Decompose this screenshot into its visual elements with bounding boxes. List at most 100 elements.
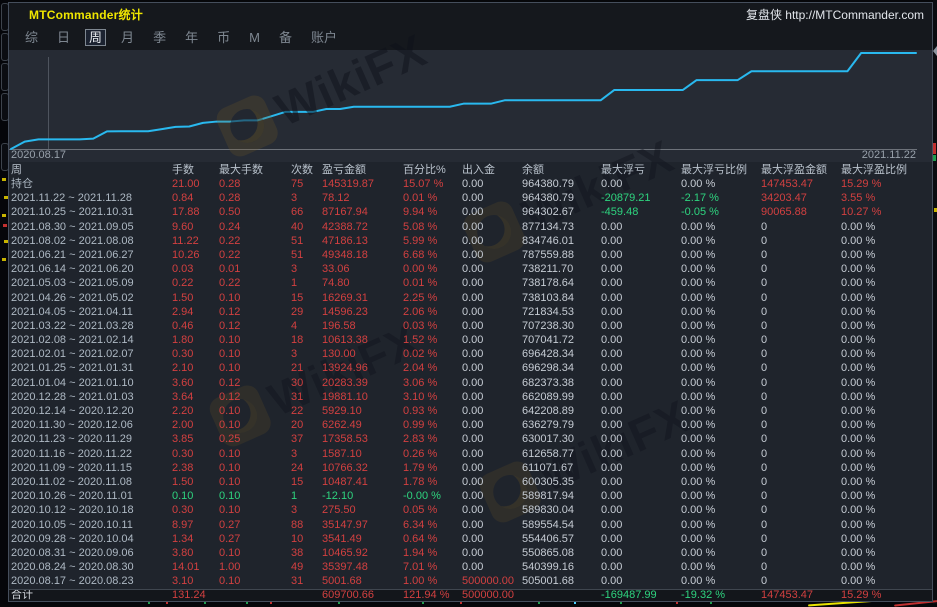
value-cell: 10766.32 (322, 461, 403, 475)
value-cell: 1.52 % (403, 333, 462, 347)
menu-item-季[interactable]: 季 (149, 29, 170, 46)
value-cell: 500000.00 (462, 590, 522, 601)
week-cell: 2020.10.12 ~ 2020.10.18 (11, 503, 172, 517)
value-cell (291, 590, 322, 601)
table-row[interactable]: 持仓21.000.2875145319.8715.07 %0.00964380.… (9, 177, 932, 191)
table-row[interactable]: 2020.09.28 ~ 2020.10.041.340.27103541.49… (9, 532, 932, 546)
table-row[interactable]: 2021.01.25 ~ 2021.01.312.100.102113924.9… (9, 361, 932, 375)
week-cell: 2021.08.30 ~ 2021.09.05 (11, 220, 172, 234)
menu-item-综[interactable]: 综 (21, 29, 42, 46)
week-cell: 2020.09.28 ~ 2020.10.04 (11, 532, 172, 546)
value-cell: 0.00 % (681, 248, 761, 262)
table-row[interactable]: 2020.08.24 ~ 2020.08.3014.011.004935397.… (9, 560, 932, 574)
value-cell: 2.38 (172, 461, 219, 475)
value-cell: 0.00 % (841, 291, 932, 305)
menu-item-周[interactable]: 周 (85, 29, 106, 46)
week-cell: 2021.06.21 ~ 2021.06.27 (11, 248, 172, 262)
table-row[interactable]: 2021.08.30 ~ 2021.09.059.600.244042388.7… (9, 220, 932, 234)
value-cell: 877134.73 (522, 220, 601, 234)
table-row[interactable]: 2020.08.31 ~ 2020.09.063.800.103810465.9… (9, 546, 932, 560)
value-cell: 0.00 (601, 276, 681, 290)
table-row[interactable]: 2020.12.14 ~ 2020.12.202.200.10225929.10… (9, 404, 932, 418)
week-cell: 2021.03.22 ~ 2021.03.28 (11, 319, 172, 333)
value-cell: 0 (761, 461, 841, 475)
value-cell: 696298.34 (522, 361, 601, 375)
table-row[interactable]: 2021.05.03 ~ 2021.05.090.220.22174.800.0… (9, 276, 932, 290)
menu-item-账户[interactable]: 账户 (307, 29, 341, 46)
menu-item-日[interactable]: 日 (53, 29, 74, 46)
table-row[interactable]: 2020.11.02 ~ 2020.11.081.500.101510487.4… (9, 475, 932, 489)
balance-curve-svg (9, 50, 932, 162)
table-row[interactable]: 2020.10.26 ~ 2020.11.010.100.101-12.10-0… (9, 489, 932, 503)
table-row[interactable]: 2020.11.30 ~ 2020.12.062.000.10206262.49… (9, 418, 932, 432)
value-cell: 0.00 % (681, 418, 761, 432)
value-cell: 20 (291, 418, 322, 432)
table-row[interactable]: 2021.03.22 ~ 2021.03.280.460.124196.580.… (9, 319, 932, 333)
table-row[interactable]: 2021.08.02 ~ 2021.08.0811.220.225147186.… (9, 234, 932, 248)
value-cell: 275.50 (322, 503, 403, 517)
value-cell: 0.10 (219, 347, 291, 361)
value-cell: 612658.77 (522, 447, 601, 461)
x-axis-end-label: 2021.11.22 (862, 149, 916, 161)
value-cell: 0.05 % (403, 503, 462, 517)
menu-item-备[interactable]: 备 (275, 29, 296, 46)
value-cell: 10.27 % (841, 205, 932, 219)
value-cell: 21 (291, 361, 322, 375)
brand-link[interactable]: 复盘侠 http://MTCommander.com (746, 6, 924, 23)
value-cell: 0.30 (172, 347, 219, 361)
table-row[interactable]: 2021.02.01 ~ 2021.02.070.300.103130.000.… (9, 347, 932, 361)
table-total-row[interactable]: 合计131.24609700.66121.94 %500000.00-16948… (9, 589, 932, 601)
table-row[interactable]: 2020.11.23 ~ 2020.11.293.850.253717358.5… (9, 432, 932, 446)
value-cell: 10 (291, 532, 322, 546)
week-cell: 合计 (11, 590, 172, 601)
value-cell: 600305.35 (522, 475, 601, 489)
value-cell: 0.00 (462, 489, 522, 503)
table-row[interactable]: 2020.10.05 ~ 2020.10.118.970.278835147.9… (9, 518, 932, 532)
table-row[interactable]: 2021.01.04 ~ 2021.01.103.600.123020283.3… (9, 376, 932, 390)
value-cell: 0.64 % (403, 532, 462, 546)
table-row[interactable]: 2021.04.05 ~ 2021.04.112.940.122914596.2… (9, 305, 932, 319)
value-cell: 0.00 % (681, 432, 761, 446)
value-cell: 0.00 (601, 291, 681, 305)
table-header: 周手数最大手数次数盈亏金额百分比%出入金余额最大浮亏最大浮亏比例最大浮盈金额最大… (9, 163, 932, 177)
title-bar[interactable]: MTCommander统计 复盘侠 http://MTCommander.com (9, 3, 932, 25)
column-header: 余额 (522, 163, 601, 177)
value-cell: 0.00 % (841, 276, 932, 290)
table-row[interactable]: 2020.08.17 ~ 2020.08.233.100.10315001.68… (9, 574, 932, 588)
table-row[interactable]: 2021.06.21 ~ 2021.06.2710.260.225149348.… (9, 248, 932, 262)
value-cell: 707238.30 (522, 319, 601, 333)
value-cell: 0.00 (601, 489, 681, 503)
table-row[interactable]: 2021.11.22 ~ 2021.11.280.840.28378.120.0… (9, 191, 932, 205)
value-cell: 0 (761, 291, 841, 305)
value-cell: 2.25 % (403, 291, 462, 305)
table-row[interactable]: 2021.02.08 ~ 2021.02.141.800.101810613.3… (9, 333, 932, 347)
value-cell: 0.00 % (841, 234, 932, 248)
value-cell: 964380.79 (522, 177, 601, 191)
value-cell: 0.00 (462, 503, 522, 517)
value-cell: 2.20 (172, 404, 219, 418)
table-row[interactable]: 2021.04.26 ~ 2021.05.021.500.101516269.3… (9, 291, 932, 305)
background-app-right-edge (933, 0, 937, 604)
statistics-window: MTCommander统计 复盘侠 http://MTCommander.com… (8, 2, 933, 602)
table-row[interactable]: 2021.10.25 ~ 2021.10.3117.880.506687167.… (9, 205, 932, 219)
menu-item-币[interactable]: 币 (213, 29, 234, 46)
value-cell: 3 (291, 347, 322, 361)
table-row[interactable]: 2020.11.09 ~ 2020.11.152.380.102410766.3… (9, 461, 932, 475)
value-cell: 0.22 (219, 248, 291, 262)
value-cell: 0 (761, 418, 841, 432)
chart-pixel (3, 224, 7, 227)
value-cell: 35147.97 (322, 518, 403, 532)
value-cell: 0.00 % (841, 503, 932, 517)
menu-item-M[interactable]: M (245, 29, 264, 46)
table-row[interactable]: 2020.11.16 ~ 2020.11.220.300.1031587.100… (9, 447, 932, 461)
value-cell: 66 (291, 205, 322, 219)
table-row[interactable]: 2020.10.12 ~ 2020.10.180.300.103275.500.… (9, 503, 932, 517)
value-cell: 0.00 % (841, 347, 932, 361)
table-row[interactable]: 2021.06.14 ~ 2021.06.200.030.01333.060.0… (9, 262, 932, 276)
value-cell: 0.00 % (681, 503, 761, 517)
menu-item-月[interactable]: 月 (117, 29, 138, 46)
menu-item-年[interactable]: 年 (181, 29, 202, 46)
table-row[interactable]: 2020.12.28 ~ 2021.01.033.640.123119881.1… (9, 390, 932, 404)
value-cell: 0.00 (462, 418, 522, 432)
value-cell: 0.00 (462, 432, 522, 446)
